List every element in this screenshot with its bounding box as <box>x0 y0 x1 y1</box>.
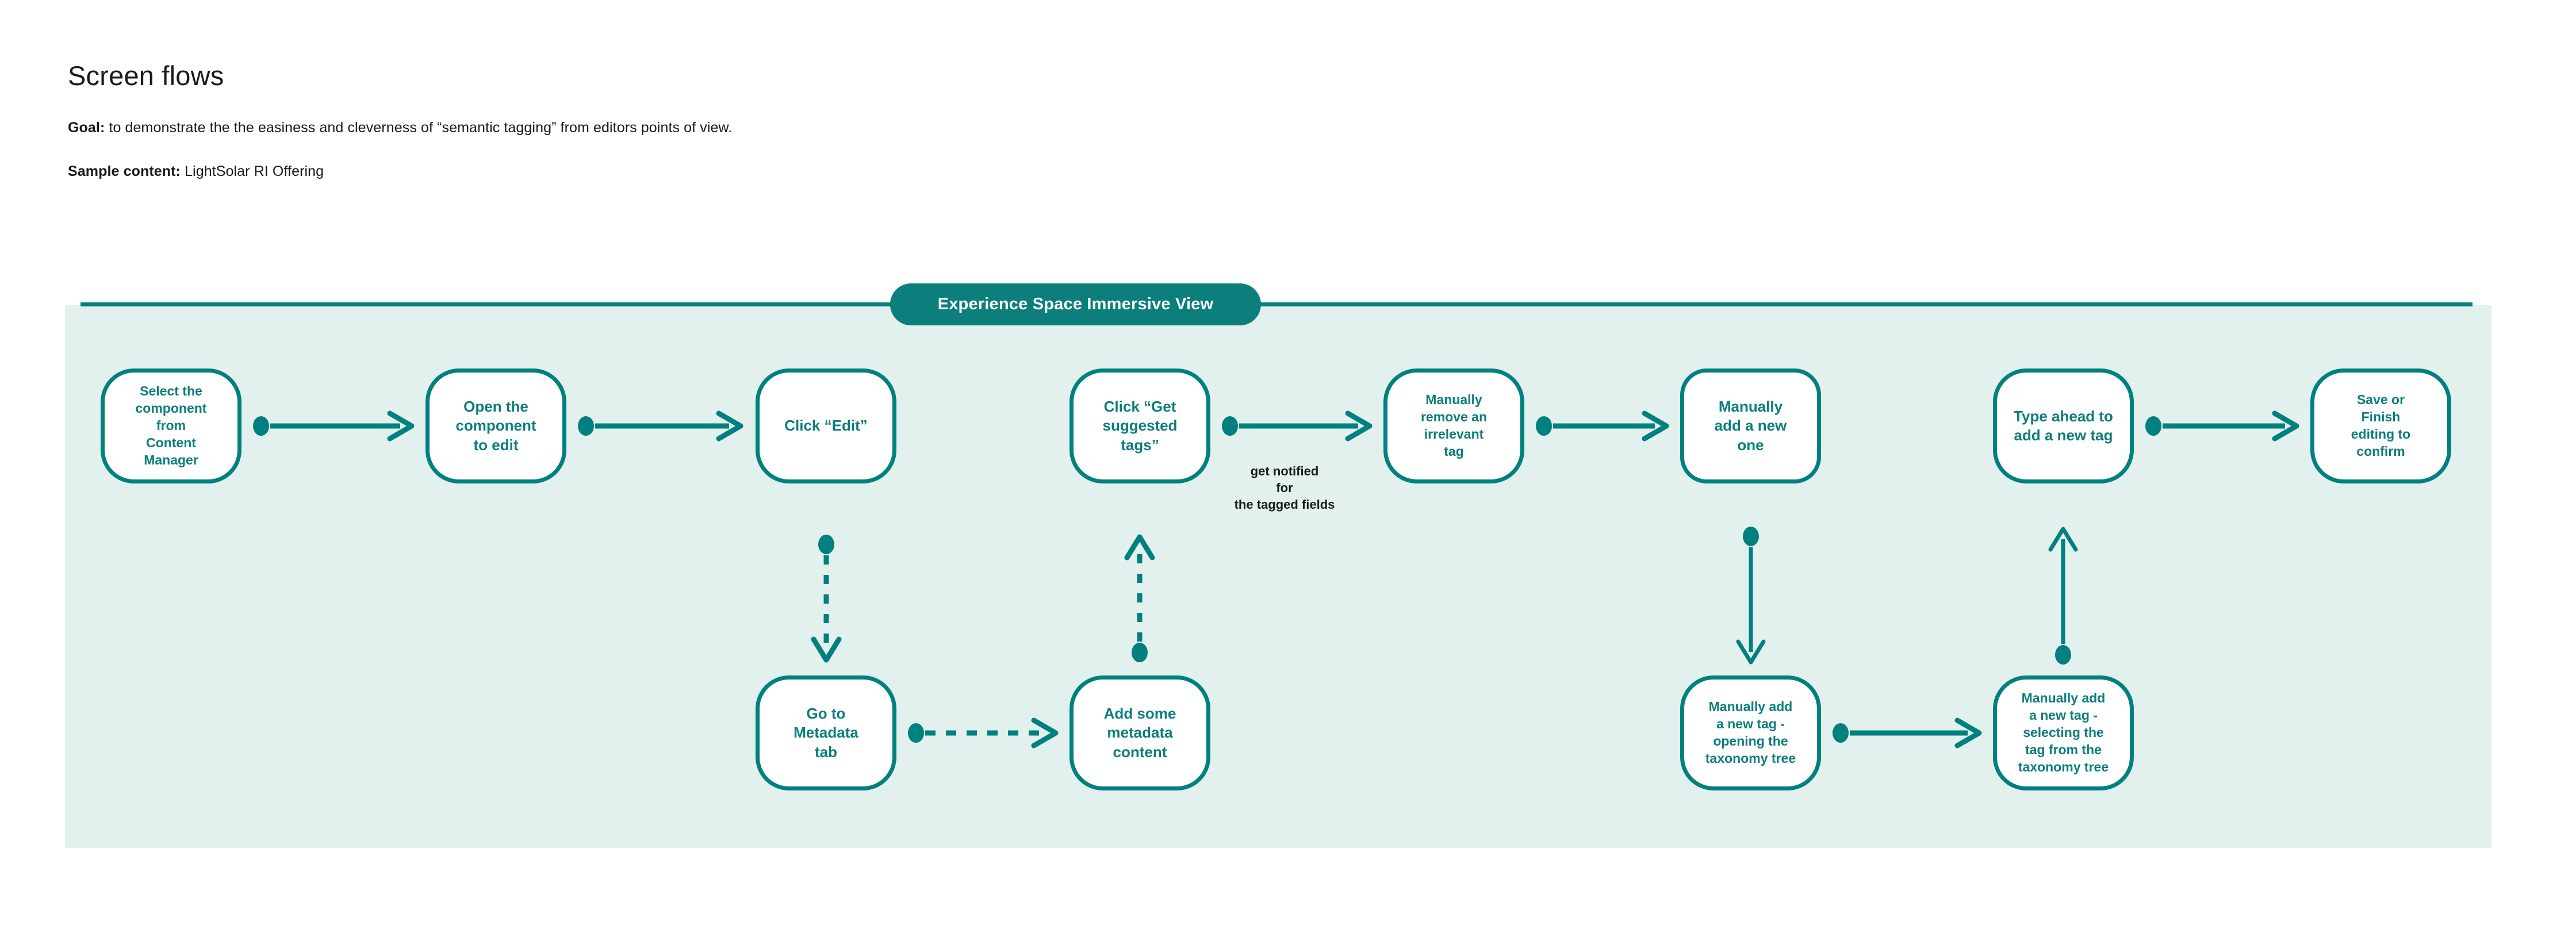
connector-n4-n5 <box>1222 406 1373 446</box>
goal-label: Goal: <box>68 120 105 136</box>
panel-top-rule <box>80 302 2472 306</box>
flow-node-label: Click “Get suggested tags” <box>1102 398 1178 454</box>
edge-note-get-notified: get notified for the tagged fields <box>1234 464 1335 512</box>
flow-node-n6[interactable]: Manually add a new one <box>1680 368 1821 483</box>
connector-n1-n2 <box>253 406 415 446</box>
connector-n11-n12 <box>1833 713 1983 753</box>
flow-node-label: Go to Metadata tab <box>793 705 858 761</box>
flow-node-n10[interactable]: Add some metadata content <box>1070 675 1210 790</box>
connector-n10-n4 <box>1120 534 1160 662</box>
connector-n3-n9 <box>806 535 846 663</box>
page-title: Screen flows <box>68 60 224 91</box>
flow-node-label: Type ahead to add a new tag <box>2014 407 2113 444</box>
flow-node-n11[interactable]: Manually add a new tag - opening the tax… <box>1680 675 1821 790</box>
document-header: Screen flows Goal: to demonstrate the th… <box>68 60 2138 206</box>
flow-node-label: Open the component to edit <box>455 398 536 454</box>
flow-node-label: Save or Finish editing to confirm <box>2351 392 2411 459</box>
connector-n7-n8 <box>2145 406 2300 446</box>
connector-n6-n11 <box>1731 527 1771 665</box>
flow-node-label: Manually add a new tag - opening the tax… <box>1705 699 1796 766</box>
connector-n5-n6 <box>1536 406 1670 446</box>
flow-node-n2[interactable]: Open the component to edit <box>425 368 566 483</box>
flow-node-label: Manually remove an irrelevant tag <box>1420 392 1488 459</box>
flow-node-n8[interactable]: Save or Finish editing to confirm <box>2310 368 2451 483</box>
flow-node-label: Manually add a new tag - selecting the t… <box>2018 690 2109 774</box>
flow-node-n9[interactable]: Go to Metadata tab <box>756 675 896 790</box>
flow-node-label: Select the component from Content Manage… <box>135 383 207 467</box>
panel-title-label: Experience Space Immersive View <box>937 295 1214 313</box>
goal-text: to demonstrate the the easiness and clev… <box>105 120 733 136</box>
flow-node-n7[interactable]: Type ahead to add a new tag <box>1993 368 2134 483</box>
flow-node-n12[interactable]: Manually add a new tag - selecting the t… <box>1993 675 2134 790</box>
flow-node-label: Manually add a new one <box>1714 398 1787 454</box>
sample-content-text: LightSolar RI Offering <box>180 163 324 180</box>
flow-node-label: Click “Edit” <box>784 417 868 435</box>
flow-node-label: Add some metadata content <box>1103 705 1176 761</box>
connector-n12-n7 <box>2043 527 2083 665</box>
connector-n9-n10 <box>908 713 1059 753</box>
panel-title-pill: Experience Space Immersive View <box>890 283 1261 325</box>
connector-n2-n3 <box>578 406 744 446</box>
sample-content-line: Sample content: LightSolar RI Offering <box>68 162 2138 182</box>
sample-content-label: Sample content: <box>68 163 181 180</box>
flow-node-n4[interactable]: Click “Get suggested tags” <box>1070 368 1210 483</box>
flow-node-n3[interactable]: Click “Edit” <box>756 368 896 483</box>
goal-line: Goal: to demonstrate the the easiness an… <box>68 118 2138 138</box>
flow-node-n5[interactable]: Manually remove an irrelevant tag <box>1383 368 1524 483</box>
flow-node-n1[interactable]: Select the component from Content Manage… <box>101 368 241 483</box>
